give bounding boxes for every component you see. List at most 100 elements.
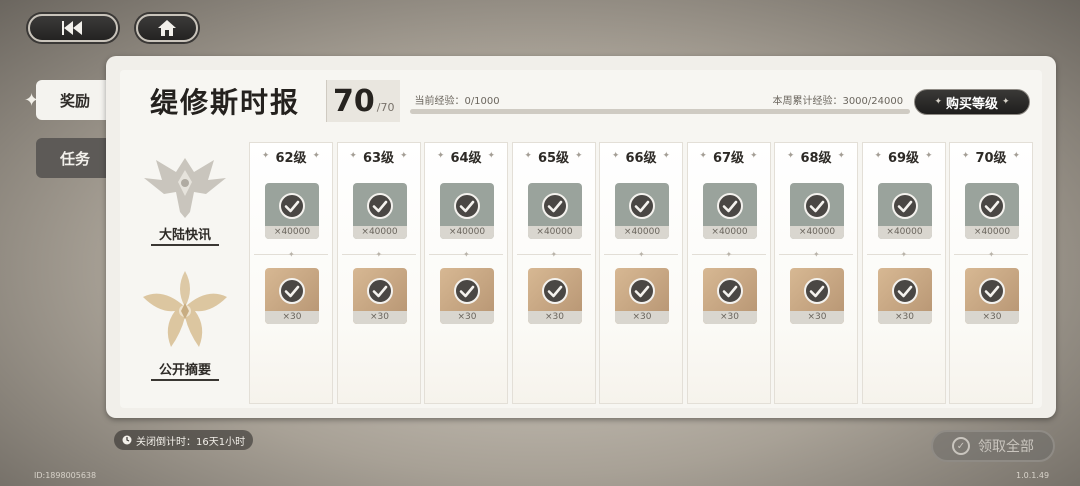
level-header: ✦ 69级 ✦ bbox=[863, 143, 945, 169]
free-reward-item[interactable]: ×40000 bbox=[527, 183, 582, 239]
paid-reward-item[interactable]: ×30 bbox=[702, 268, 757, 324]
reward-quantity: ×40000 bbox=[352, 226, 407, 239]
claimed-check-icon bbox=[278, 192, 306, 220]
claimed-check-icon bbox=[716, 192, 744, 220]
diamond-icon: ✦ bbox=[638, 250, 645, 259]
level-column: ✦ 68级 ✦ ×40000 ✦ ×30 bbox=[774, 142, 858, 404]
diamond-icon: ✦ bbox=[837, 151, 846, 161]
current-xp-label: 当前经验：0/1000 bbox=[414, 96, 500, 107]
tab-tasks[interactable]: 任务 bbox=[36, 138, 116, 178]
level-label: 65级 bbox=[537, 150, 570, 166]
reward-quantity: ×30 bbox=[265, 311, 319, 324]
diamond-icon: ✦ bbox=[786, 151, 795, 161]
reward-quantity: ×40000 bbox=[702, 226, 757, 239]
reward-quantity: ×30 bbox=[527, 311, 582, 324]
claimed-check-icon bbox=[978, 277, 1006, 305]
claimed-check-icon bbox=[366, 277, 394, 305]
paid-reward-item[interactable]: ×30 bbox=[527, 268, 582, 324]
home-button[interactable] bbox=[136, 14, 198, 42]
level-header: ✦ 65级 ✦ bbox=[513, 143, 595, 169]
claim-all-button[interactable]: ✓ 领取全部 bbox=[931, 430, 1055, 462]
reward-quantity: ×40000 bbox=[440, 226, 494, 239]
diamond-icon: ✦ bbox=[813, 250, 820, 259]
page-title: 缇修斯时报 bbox=[150, 86, 301, 119]
claimed-check-icon bbox=[803, 192, 831, 220]
free-reward-item[interactable]: ×40000 bbox=[965, 183, 1019, 239]
reward-quantity: ×30 bbox=[352, 311, 407, 324]
diamond-icon: ✦ bbox=[349, 151, 357, 161]
claimed-check-icon bbox=[278, 277, 306, 305]
level-label: 69级 bbox=[887, 150, 920, 166]
xp-progress-bar bbox=[410, 109, 911, 114]
free-reward-item[interactable]: ×40000 bbox=[352, 183, 407, 239]
diamond-icon: ✦ bbox=[925, 151, 933, 161]
diamond-icon: ✦ bbox=[725, 250, 733, 259]
ornate-crest-icon bbox=[143, 271, 227, 347]
paid-reward-item[interactable]: ×30 bbox=[877, 268, 932, 324]
buy-level-label: 购买等级 bbox=[945, 96, 998, 112]
reward-quantity: ×40000 bbox=[790, 226, 844, 239]
free-reward-item[interactable]: ×40000 bbox=[702, 183, 757, 239]
diamond-icon: ✦ bbox=[550, 250, 558, 259]
free-reward-item[interactable]: ×40000 bbox=[790, 183, 844, 239]
weekly-xp-label: 本周累计经验：3000/24000 bbox=[772, 96, 904, 107]
buy-level-button[interactable]: ✦ 购买等级 ✦ bbox=[914, 89, 1030, 115]
claimed-check-icon bbox=[453, 277, 481, 305]
xp-area: 当前经验：0/1000 本周累计经验：3000/24000 ✦ 购买等级 ✦ bbox=[406, 80, 1040, 122]
diamond-icon: ✦ bbox=[312, 151, 321, 161]
paid-reward-item[interactable]: ×30 bbox=[965, 268, 1019, 324]
tab-tasks-label: 任务 bbox=[60, 149, 91, 168]
version-label: 1.0.1.49 bbox=[1016, 471, 1050, 480]
diamond-icon: ✦ bbox=[524, 151, 532, 161]
claimed-check-icon bbox=[891, 192, 919, 220]
eagle-crest-icon bbox=[144, 158, 226, 218]
paid-reward-item[interactable]: ×30 bbox=[440, 268, 494, 324]
diamond-icon: ✦ bbox=[900, 250, 908, 259]
claimed-check-icon bbox=[541, 192, 569, 220]
tab-rewards[interactable]: 奖励 bbox=[36, 80, 116, 120]
diamond-icon: ✦ bbox=[662, 151, 671, 161]
claimed-check-icon bbox=[978, 192, 1006, 220]
level-column: ✦ 66级 ✦ ×40000 ✦ ×30 bbox=[599, 142, 683, 404]
level-header: ✦ 64级 ✦ bbox=[425, 143, 507, 169]
reward-quantity: ×30 bbox=[440, 311, 494, 324]
paid-reward-item[interactable]: ×30 bbox=[352, 268, 407, 324]
claimed-check-icon bbox=[716, 277, 744, 305]
claim-all-label: 领取全部 bbox=[978, 439, 1034, 455]
diamond-icon: ✦ bbox=[487, 151, 496, 161]
paid-reward-item[interactable]: ×30 bbox=[790, 268, 844, 324]
level-header: ✦ 68级 ✦ bbox=[775, 143, 857, 169]
tab-rewards-label: 奖励 bbox=[60, 91, 91, 110]
level-label: 66级 bbox=[625, 150, 657, 166]
reward-quantity: ×40000 bbox=[965, 226, 1019, 239]
free-reward-item[interactable]: ×40000 bbox=[615, 183, 669, 239]
back-button[interactable] bbox=[28, 14, 118, 42]
reward-quantity: ×40000 bbox=[265, 226, 319, 239]
level-current: 70 bbox=[333, 84, 375, 119]
sparkle-icon: ✦ bbox=[934, 97, 942, 107]
diamond-icon: ✦ bbox=[375, 250, 383, 259]
diamond-icon: ✦ bbox=[400, 151, 408, 161]
reward-quantity: ×40000 bbox=[527, 226, 582, 239]
claimed-check-icon bbox=[453, 192, 481, 220]
close-countdown: 关闭倒计时：16天1小时 bbox=[114, 430, 254, 450]
level-column: ✦ 70级 ✦ ×40000 ✦ ×30 bbox=[949, 142, 1033, 404]
free-reward-item[interactable]: ×40000 bbox=[440, 183, 494, 239]
reward-quantity: ×30 bbox=[877, 311, 932, 324]
diamond-icon: ✦ bbox=[436, 151, 445, 161]
countdown-label: 关闭倒计时：16天1小时 bbox=[136, 436, 246, 448]
paid-reward-item[interactable]: ×30 bbox=[265, 268, 319, 324]
paid-reward-item[interactable]: ×30 bbox=[615, 268, 669, 324]
level-header: ✦ 62级 ✦ bbox=[250, 143, 332, 169]
user-id: ID:1898005638 bbox=[34, 471, 97, 480]
diamond-icon: ✦ bbox=[611, 151, 620, 161]
level-label: 62级 bbox=[275, 150, 307, 166]
claimed-check-icon bbox=[541, 277, 569, 305]
check-icon: ✓ bbox=[952, 437, 970, 455]
panel-header: 缇修斯时报 70 /70 当前经验：0/1000 本周累计经验：3000/240… bbox=[136, 80, 1040, 122]
claimed-check-icon bbox=[366, 192, 394, 220]
free-reward-item[interactable]: ×40000 bbox=[877, 183, 932, 239]
diamond-icon: ✦ bbox=[750, 151, 758, 161]
diamond-icon: ✦ bbox=[575, 151, 583, 161]
free-reward-item[interactable]: ×40000 bbox=[265, 183, 319, 239]
